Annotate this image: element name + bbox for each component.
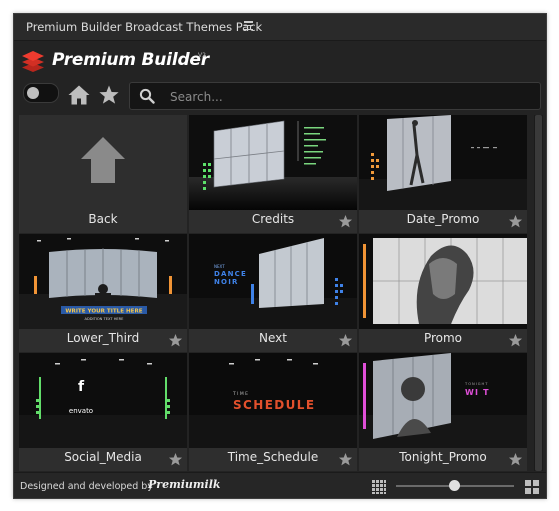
footer-bar: Designed and developed by Premiumilk (14, 472, 546, 498)
slider-knob[interactable] (449, 480, 460, 491)
svg-text:WRITE YOUR TITLE HERE: WRITE YOUR TITLE HERE (65, 309, 142, 315)
panel-menu-icon[interactable] (244, 21, 253, 31)
tile-thumbnail (359, 115, 527, 210)
home-icon[interactable] (67, 84, 91, 106)
theme-grid: Back Credits Date_Promo WRITE YOUR TITLE… (19, 115, 531, 471)
tile-credits[interactable]: Credits (189, 115, 357, 233)
favorite-star-icon[interactable] (508, 333, 523, 348)
favorite-star-icon[interactable] (338, 452, 353, 467)
tile-thumbnail: TONIGHT WI T (359, 353, 527, 448)
svg-text:NOIR: NOIR (214, 278, 239, 286)
favorite-star-icon[interactable] (338, 333, 353, 348)
credit-text: Designed and developed by (20, 481, 153, 492)
scrollbar-thumb[interactable] (535, 115, 542, 471)
tile-thumbnail (19, 115, 187, 210)
favorite-star-icon[interactable] (338, 214, 353, 229)
svg-text:TIME: TIME (232, 391, 249, 397)
layers-logo-icon (22, 51, 44, 72)
tile-time-schedule[interactable]: TIME SCHEDULE Time_Schedule (189, 353, 357, 471)
tile-label: Lower_Third (66, 331, 140, 345)
small-grid-icon[interactable] (372, 480, 386, 494)
favorite-star-icon[interactable] (168, 452, 183, 467)
tile-thumbnail (189, 115, 357, 210)
tile-label: Date_Promo (406, 212, 480, 226)
tile-social-media[interactable]: f envato Social_Media (19, 353, 187, 471)
large-grid-icon[interactable] (525, 480, 539, 494)
toggle-knob (27, 87, 39, 99)
tile-lower-third[interactable]: WRITE YOUR TITLE HERE ADDITION TEXT HERE… (19, 234, 187, 352)
search-bar (129, 82, 541, 110)
svg-text:envato: envato (69, 407, 93, 415)
favorite-star-icon[interactable] (508, 214, 523, 229)
svg-text:NEXT: NEXT (214, 264, 225, 269)
svg-text:DANCE: DANCE (214, 270, 247, 278)
favorites-star-icon[interactable] (98, 84, 120, 106)
tile-promo[interactable]: Promo (359, 234, 527, 352)
extension-panel: Premium Builder Broadcast Themes Pack Pr… (13, 13, 547, 499)
window-title: Premium Builder Broadcast Themes Pack (26, 20, 263, 34)
tile-thumbnail: TIME SCHEDULE (189, 353, 357, 448)
thumbnail-size-slider[interactable] (396, 480, 514, 491)
tile-thumbnail: NEXT DANCE NOIR (189, 234, 357, 329)
search-input[interactable] (168, 86, 532, 108)
tile-thumbnail (359, 234, 527, 329)
tile-label: Next (259, 331, 287, 345)
tile-thumbnail: WRITE YOUR TITLE HERE ADDITION TEXT HERE (19, 234, 187, 329)
tile-label: Tonight_Promo (399, 450, 487, 464)
favorite-star-icon[interactable] (168, 333, 183, 348)
favorite-star-icon[interactable] (508, 452, 523, 467)
tile-label: Back (88, 212, 118, 226)
svg-text:WI T: WI T (465, 388, 490, 397)
brand-version: V2 (198, 52, 206, 59)
tile-next[interactable]: NEXT DANCE NOIR Next (189, 234, 357, 352)
svg-text:SCHEDULE: SCHEDULE (233, 398, 315, 412)
mode-toggle[interactable] (23, 83, 59, 103)
tile-label: Credits (251, 212, 295, 226)
tile-back[interactable]: Back (19, 115, 187, 233)
tile-label: Time_Schedule (227, 450, 319, 464)
brand-header: Premium Builder V2 (20, 48, 320, 76)
tile-label: Social_Media (64, 450, 142, 464)
grid-scrollbar[interactable] (534, 115, 543, 471)
brand-name: Premium Builder (52, 50, 209, 70)
back-arrow-icon (81, 137, 125, 183)
developer-signature[interactable]: Premiumilk (148, 478, 221, 491)
tile-date-promo[interactable]: Date_Promo (359, 115, 527, 233)
tile-label: Promo (423, 331, 463, 345)
search-icon (139, 88, 155, 104)
svg-text:ADDITION TEXT HERE: ADDITION TEXT HERE (85, 317, 125, 321)
tile-tonight-promo[interactable]: TONIGHT WI T Tonight_Promo (359, 353, 527, 471)
svg-text:f: f (78, 379, 85, 395)
tile-thumbnail: f envato (19, 353, 187, 448)
title-bar: Premium Builder Broadcast Themes Pack (14, 14, 546, 41)
svg-text:TONIGHT: TONIGHT (464, 382, 488, 386)
